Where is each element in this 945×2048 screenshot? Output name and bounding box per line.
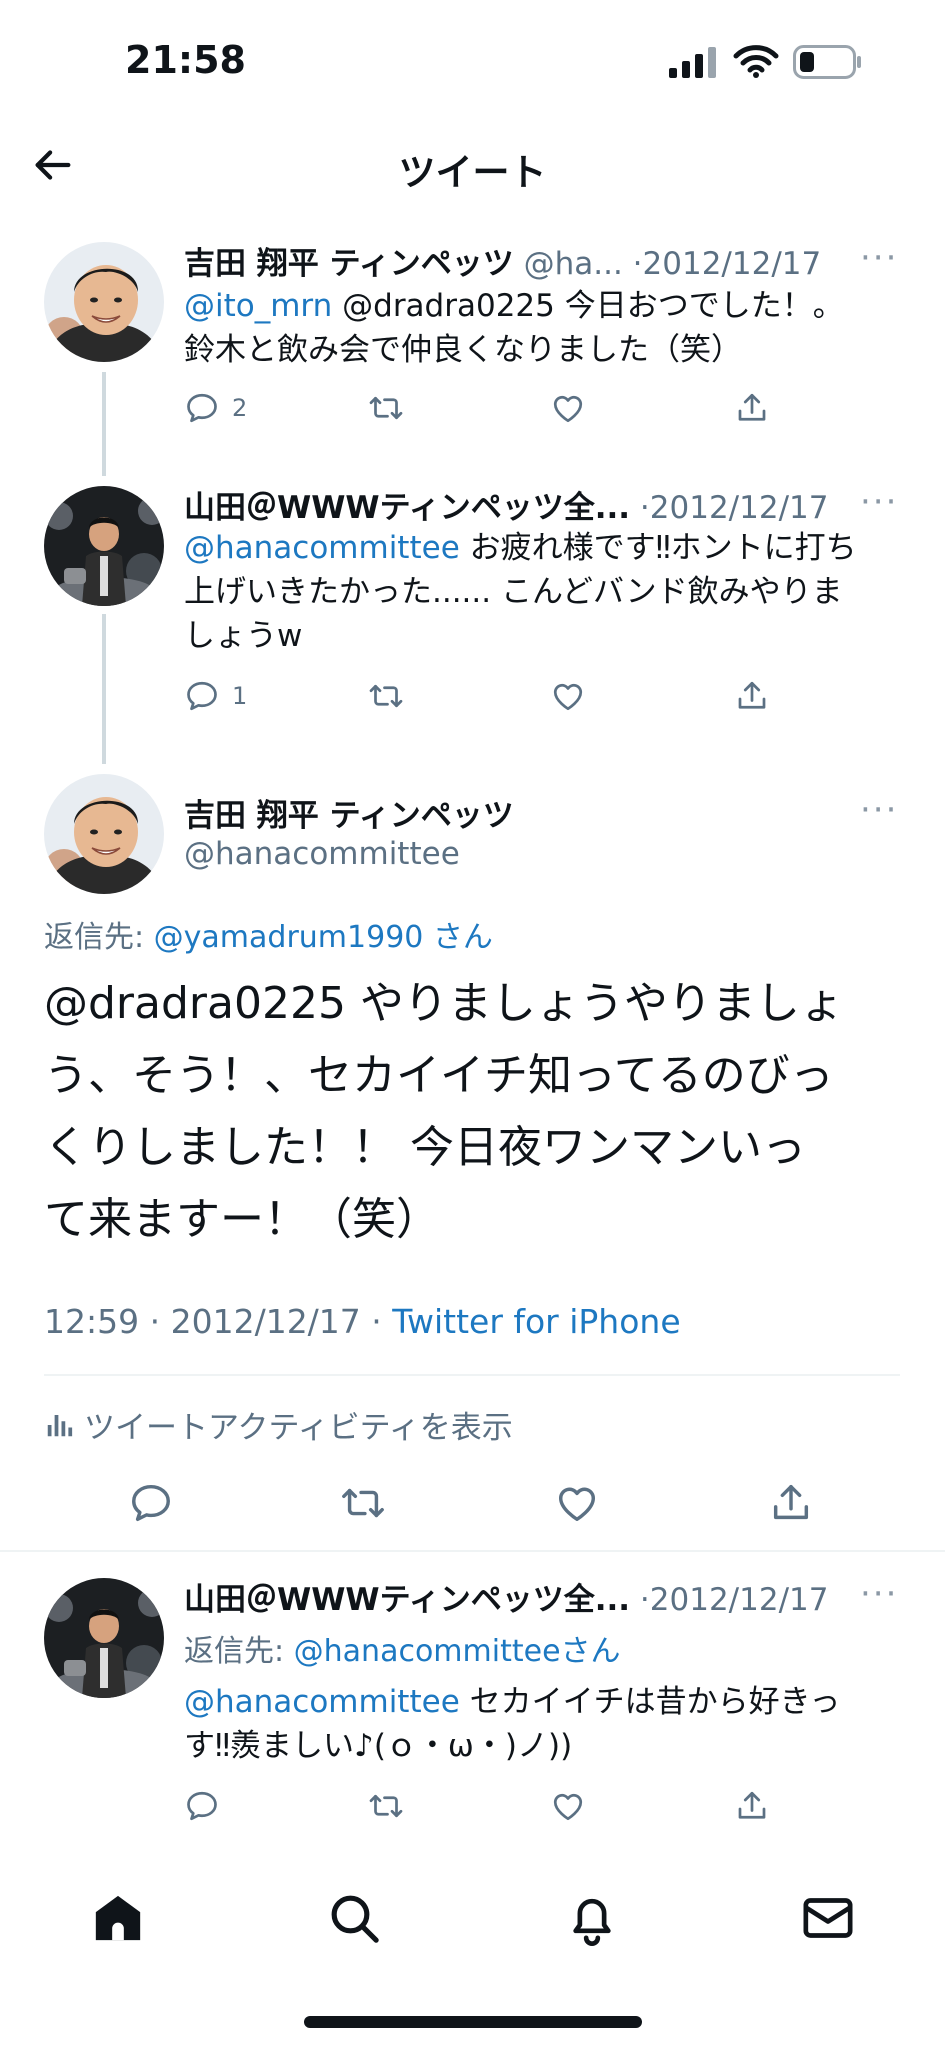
reply-icon (184, 1788, 220, 1824)
reply-button[interactable] (184, 1788, 220, 1824)
separator: · (639, 1582, 650, 1618)
reply-count: 2 (232, 394, 248, 422)
author-name[interactable]: 吉田 翔平 ティンペッツ (184, 246, 514, 282)
like-button[interactable] (554, 1480, 600, 1526)
avatar[interactable] (44, 486, 164, 606)
cellular-signal-icon (669, 46, 717, 82)
main-tweet-text: @dradra0225 やりましょうやりましょ う、そう！、セカイイチ知ってるの… (44, 978, 844, 1245)
reply-to-handle[interactable]: @hanacommitteeさん (294, 1634, 621, 1669)
retweet-button[interactable] (366, 390, 406, 426)
tweet-time: 12:59 (44, 1302, 140, 1341)
tweet-date: 2012/12/17 (649, 1582, 829, 1618)
thread-line (102, 372, 106, 476)
reply-button[interactable]: 1 (184, 678, 247, 714)
thread-line (102, 614, 106, 764)
bottom-nav (0, 1870, 945, 1970)
more-icon[interactable]: ··· (860, 790, 898, 830)
author-name[interactable]: 山田＠WWWティンペッツ全... (184, 1582, 630, 1618)
tweet-source-link[interactable]: Twitter for iPhone (392, 1302, 680, 1341)
more-icon[interactable]: ··· (860, 482, 898, 522)
like-icon (550, 678, 586, 714)
search-tab[interactable] (326, 1890, 382, 1946)
like-button[interactable] (550, 390, 586, 426)
separator: · (632, 246, 643, 282)
notifications-tab[interactable] (564, 1890, 620, 1946)
status-time: 21:58 (125, 38, 246, 82)
share-button[interactable] (734, 678, 770, 714)
like-button[interactable] (550, 1788, 586, 1824)
tweet-actions (184, 1788, 784, 1828)
tweet-text: @hanacommittee お疲れ様です‼ホントに打ち 上げいきたかった...… (184, 530, 857, 654)
battery-icon (793, 45, 863, 83)
reply-icon (128, 1480, 174, 1526)
wifi-icon (733, 44, 779, 82)
share-icon (734, 678, 770, 714)
tweet-date: 2012/12/17 (649, 490, 829, 526)
reply-to-line: 返信先: @yamadrum1990 さん (44, 920, 493, 955)
like-icon (550, 390, 586, 426)
retweet-icon (366, 390, 406, 426)
retweet-icon (366, 1788, 406, 1824)
like-icon (550, 1788, 586, 1824)
reply-icon (184, 390, 220, 426)
tweet-text: @hanacommittee セカイイチは昔から好きっ す‼羨ましい♪(ｏ・ω・… (184, 1684, 841, 1764)
reply-to-handle[interactable]: @yamadrum1990 (154, 920, 424, 955)
share-button[interactable] (768, 1480, 814, 1526)
reply-button[interactable] (128, 1480, 174, 1526)
reply-icon (184, 678, 220, 714)
home-indicator (304, 2016, 642, 2028)
reply-to-line: 返信先: @hanacommitteeさん (184, 1634, 621, 1669)
tweet-actions: 1 (184, 678, 784, 718)
tweet-date: 2012/12/17 (642, 246, 822, 282)
share-button[interactable] (734, 390, 770, 426)
mention-link[interactable]: @hanacommittee (184, 1684, 460, 1720)
reply-button[interactable]: 2 (184, 390, 247, 426)
notifications-icon (573, 1898, 611, 1946)
avatar[interactable] (44, 774, 164, 894)
like-button[interactable] (550, 678, 586, 714)
divider (0, 1550, 945, 1552)
divider (44, 1374, 900, 1376)
main-tweet-actions (0, 1480, 945, 1530)
mention-link[interactable]: @ito_mrn (184, 288, 332, 324)
tweet-header: 吉田 翔平 ティンペッツ @ha... ·2012/12/17 (184, 238, 821, 283)
share-icon (734, 390, 770, 426)
home-tab[interactable] (90, 1890, 146, 1946)
main-author-name[interactable]: 吉田 翔平 ティンペッツ (184, 790, 514, 835)
share-button[interactable] (734, 1788, 770, 1824)
avatar[interactable] (44, 1578, 164, 1698)
tweet-activity-link[interactable]: ツイートアクティビティを表示 (44, 1402, 513, 1447)
mention-link[interactable]: @hanacommittee (184, 530, 460, 566)
retweet-button[interactable] (338, 1480, 388, 1526)
reply-count: 1 (232, 682, 248, 710)
messages-tab[interactable] (800, 1890, 856, 1946)
tweet-meta: 12:59 · 2012/12/17 · Twitter for iPhone (44, 1302, 681, 1341)
share-icon (768, 1480, 814, 1526)
tweet-actions: 2 (184, 390, 784, 430)
more-icon[interactable]: ··· (860, 238, 898, 278)
retweet-icon (366, 678, 406, 714)
author-handle[interactable]: @ha... (524, 246, 623, 282)
home-icon (95, 1895, 141, 1941)
tweet-date: 2012/12/17 (170, 1302, 361, 1341)
retweet-icon (338, 1480, 388, 1526)
search-icon (331, 1895, 379, 1943)
more-icon[interactable]: ··· (860, 1574, 898, 1614)
tweet-text: @ito_mrn @dradra0225 今日おつでした！。 鈴木と飲み会で仲良… (184, 288, 844, 368)
retweet-button[interactable] (366, 678, 406, 714)
avatar[interactable] (44, 242, 164, 362)
share-icon (734, 1788, 770, 1824)
author-name[interactable]: 山田＠WWWティンペッツ全... (184, 490, 630, 526)
tweet-header: 山田＠WWWティンペッツ全... ·2012/12/17 (184, 1574, 828, 1619)
page-title: ツイート (398, 151, 547, 194)
messages-icon (803, 1898, 853, 1938)
like-icon (554, 1480, 600, 1526)
tweet-header: 山田＠WWWティンペッツ全... ·2012/12/17 (184, 482, 828, 527)
retweet-button[interactable] (366, 1788, 406, 1824)
main-author-handle[interactable]: @hanacommittee (184, 836, 460, 872)
activity-bars-icon (47, 1414, 73, 1436)
separator: · (639, 490, 650, 526)
